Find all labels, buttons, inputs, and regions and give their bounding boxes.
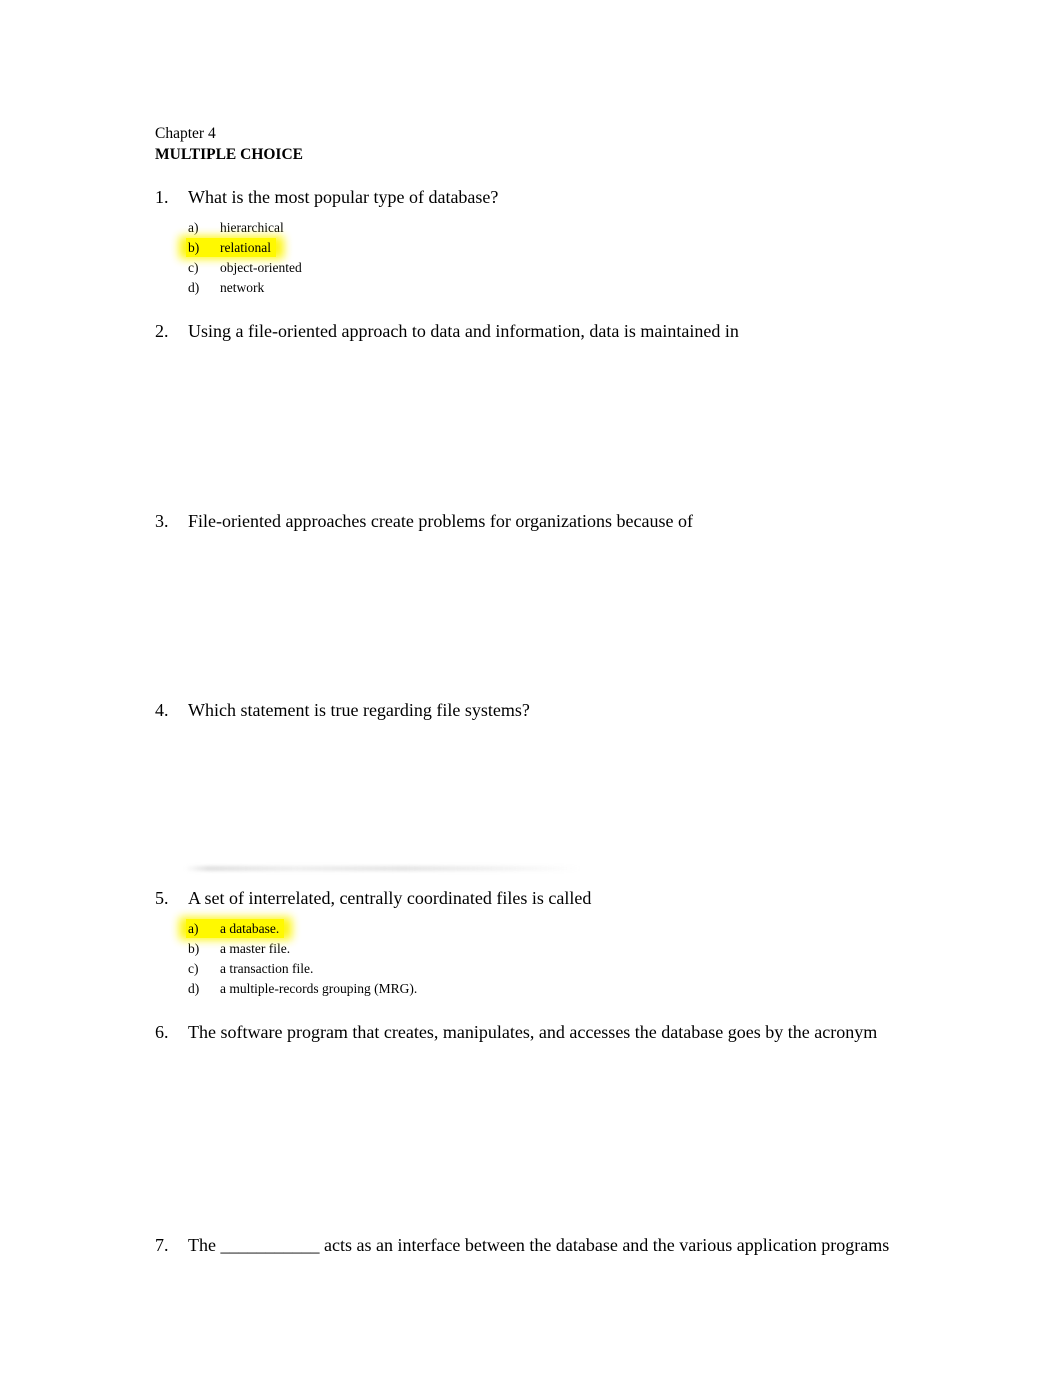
question-row: 1. What is the most popular type of datab…	[155, 185, 895, 210]
question-row: 5. A set of interrelated, centrally coord…	[155, 886, 895, 911]
option-row[interactable]: d) a multiple-records grouping (MRG).	[188, 979, 417, 999]
question-text: What is the most popular type of databas…	[188, 187, 499, 207]
question-number: 3.	[155, 511, 169, 531]
option-row-highlighted[interactable]: a) a database.	[185, 919, 285, 939]
option-text: object-oriented	[220, 260, 302, 275]
option-row[interactable]: c) object-oriented	[188, 258, 302, 278]
question-block: 7. The ___________ acts as an interface b…	[155, 1233, 895, 1258]
option-letter: b)	[188, 941, 200, 956]
option-list: a) a database. b) a master file. c) a transac…	[155, 919, 895, 999]
option-text: a master file.	[220, 941, 291, 956]
option-row[interactable]: c) a transaction file.	[188, 959, 313, 979]
option-letter: a)	[188, 921, 199, 936]
question-block: 5. A set of interrelated, centrally coord…	[155, 886, 895, 999]
option-letter: b)	[188, 240, 200, 255]
erased-content-artifact	[185, 866, 581, 871]
option-text: a database.	[220, 921, 280, 936]
question-text: Which statement is true regarding file s…	[188, 700, 530, 720]
question-number: 5.	[155, 888, 169, 908]
question-text: The ___________ acts as an interface bet…	[188, 1235, 890, 1255]
option-letter: c)	[188, 961, 199, 976]
document-page: Chapter 4 MULTIPLE CHOICE 1. What is the …	[0, 0, 1062, 1377]
question-block: 4. Which statement is true regarding file…	[155, 698, 895, 723]
section-label: MULTIPLE CHOICE	[155, 146, 303, 163]
option-row[interactable]: d) network	[188, 278, 264, 298]
document-header: Chapter 4 MULTIPLE CHOICE	[155, 124, 303, 165]
option-letter: d)	[188, 280, 200, 295]
question-text: Using a file-oriented approach to data a…	[188, 321, 739, 341]
option-row-highlighted[interactable]: b) relational	[186, 238, 276, 258]
question-row: 2. Using a file-oriented approach to data…	[155, 319, 895, 344]
question-text: A set of interrelated, centrally coordin…	[188, 888, 592, 908]
option-text: a transaction file.	[220, 961, 314, 976]
option-row[interactable]: a) hierarchical	[188, 218, 284, 238]
question-text: The software program that creates, manip…	[188, 1022, 878, 1042]
question-row: 3. File-oriented approaches create proble…	[155, 509, 895, 534]
question-row: 7. The ___________ acts as an interface b…	[155, 1233, 895, 1258]
question-number: 1.	[155, 187, 169, 207]
option-letter: d)	[188, 981, 200, 996]
question-text: File-oriented approaches create problems…	[188, 511, 693, 531]
option-row[interactable]: b) a master file.	[188, 939, 290, 959]
option-letter: c)	[188, 260, 199, 275]
option-text: hierarchical	[220, 220, 284, 235]
question-block: 6. The software program that creates, man…	[155, 1020, 895, 1045]
question-number: 4.	[155, 700, 169, 720]
question-number: 7.	[155, 1235, 169, 1255]
option-letter: a)	[188, 220, 199, 235]
option-text: network	[220, 280, 265, 295]
chapter-label: Chapter 4	[155, 125, 216, 142]
option-text: a multiple-records grouping (MRG).	[220, 981, 418, 996]
question-block: 3. File-oriented approaches create proble…	[155, 509, 895, 534]
question-number: 2.	[155, 321, 169, 341]
question-row: 6. The software program that creates, man…	[155, 1020, 895, 1045]
question-block: 1. What is the most popular type of datab…	[155, 185, 895, 298]
option-text: relational	[220, 240, 271, 255]
option-list: a) hierarchical b) relational c) object-orien…	[155, 218, 895, 298]
question-block: 2. Using a file-oriented approach to data…	[155, 319, 895, 344]
question-row: 4. Which statement is true regarding file…	[155, 698, 895, 723]
question-number: 6.	[155, 1022, 169, 1042]
